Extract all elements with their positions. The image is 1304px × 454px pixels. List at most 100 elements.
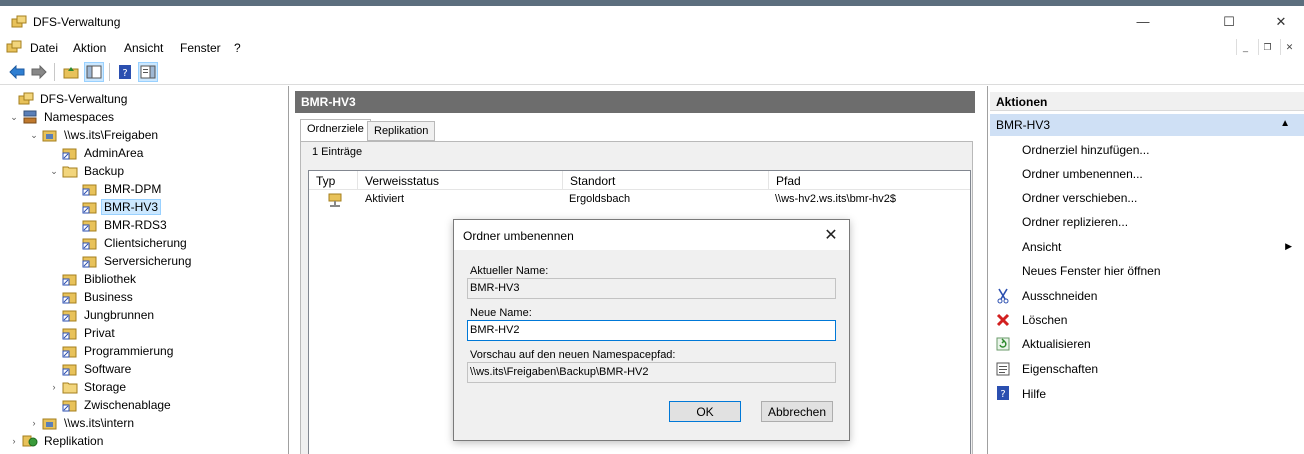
column-header-verweisstatus[interactable]: Verweisstatus: [358, 171, 563, 190]
action-ordner-umbenennen[interactable]: Ordner umbenennen...: [1022, 167, 1143, 181]
list-header: Typ Verweisstatus Standort Pfad: [309, 171, 970, 190]
tree-item-replikation[interactable]: › Replikation: [8, 432, 105, 450]
tree-item-root[interactable]: DFS-Verwaltung: [4, 90, 129, 108]
tree-item-programmierung[interactable]: Programmierung: [48, 342, 175, 360]
actions-section-bmr-hv3[interactable]: BMR-HV3 ▲: [990, 114, 1304, 136]
folder-link-icon: [62, 148, 77, 160]
tree-item-jungbrunnen[interactable]: Jungbrunnen: [48, 306, 156, 324]
folder-link-icon: [82, 220, 97, 232]
tree-item-software[interactable]: Software: [48, 360, 133, 378]
help-icon: ?: [994, 384, 1012, 402]
folder-target-icon: [328, 193, 342, 207]
close-button[interactable]: ✕: [1258, 6, 1304, 37]
action-ansicht[interactable]: Ansicht: [1022, 240, 1061, 254]
dialog-close-icon[interactable]: ✕: [821, 225, 841, 245]
cancel-button[interactable]: Abbrechen: [761, 401, 833, 422]
tree-label: Clientsicherung: [104, 236, 187, 250]
actions-pane: Aktionen BMR-HV3 ▲ Ordnerziel hinzufügen…: [987, 86, 1304, 454]
new-name-input[interactable]: BMR-HV2: [467, 320, 836, 341]
delete-x-icon: [994, 311, 1012, 329]
mdi-restore-button[interactable]: ❐: [1258, 39, 1276, 55]
tree-item-backup[interactable]: ⌄ Backup: [48, 162, 126, 180]
current-name-field: BMR-HV3: [467, 278, 836, 299]
folder-link-icon: [62, 328, 77, 340]
dfs-menu-icon[interactable]: [6, 40, 22, 54]
svg-text:?: ?: [1000, 389, 1005, 400]
tree-label: Storage: [84, 380, 127, 394]
column-header-standort[interactable]: Standort: [563, 171, 769, 190]
menu-aktion[interactable]: Aktion: [73, 41, 106, 55]
help-book-icon[interactable]: ?: [116, 63, 134, 81]
tree-item-bmr-dpm[interactable]: BMR-DPM: [68, 180, 163, 198]
tree-item-storage[interactable]: › Storage: [48, 378, 128, 396]
current-name-label: Aktueller Name:: [470, 265, 549, 277]
menu-fenster[interactable]: Fenster: [180, 41, 221, 55]
dfs-icon: [18, 92, 34, 105]
action-neues-fenster[interactable]: Neues Fenster hier öffnen: [1022, 264, 1161, 278]
collapse-chevron-icon[interactable]: ⌄: [28, 130, 40, 141]
folder-link-icon: [62, 400, 77, 412]
menu-datei[interactable]: Datei: [30, 41, 58, 55]
column-header-pfad[interactable]: Pfad: [769, 171, 970, 190]
preview-path-field: \\ws.its\Freigaben\Backup\BMR-HV2: [467, 362, 836, 383]
up-folder-icon[interactable]: [62, 63, 80, 81]
show-action-pane-icon[interactable]: [138, 62, 158, 82]
ok-button[interactable]: OK: [669, 401, 741, 422]
mdi-close-button[interactable]: ✕: [1280, 39, 1298, 55]
namespace-root-icon: [42, 130, 57, 142]
action-aktualisieren[interactable]: Aktualisieren: [1022, 337, 1091, 351]
tree-item-bmr-hv3[interactable]: BMR-HV3: [68, 198, 162, 216]
action-eigenschaften[interactable]: Eigenschaften: [1022, 362, 1098, 376]
tab-ordnerziele[interactable]: Ordnerziele: [300, 119, 371, 142]
collapse-caret-icon[interactable]: ▲: [1280, 118, 1290, 129]
tree-label: \\ws.its\Freigaben: [64, 128, 159, 142]
table-row[interactable]: Aktiviert Ergoldsbach \\ws-hv2.ws.its\bm…: [309, 190, 970, 210]
maximize-button[interactable]: ☐: [1206, 6, 1252, 37]
show-tree-icon[interactable]: [84, 62, 104, 82]
tree-item-adminarea[interactable]: AdminArea: [48, 144, 145, 162]
tree-item-zwischenablage[interactable]: Zwischenablage: [48, 396, 173, 414]
tree-item-bmr-rds3[interactable]: BMR-RDS3: [68, 216, 169, 234]
collapse-chevron-icon[interactable]: ⌄: [48, 166, 60, 177]
tree-label: Software: [84, 362, 132, 376]
expand-chevron-icon[interactable]: ›: [8, 436, 20, 446]
new-name-label: Neue Name:: [470, 307, 532, 319]
result-pane-title: BMR-HV3: [295, 91, 975, 113]
tree-item-serversicherung[interactable]: Serversicherung: [68, 252, 193, 270]
tree-item-clientsicherung[interactable]: Clientsicherung: [68, 234, 189, 252]
tree-item-business[interactable]: Business: [48, 288, 135, 306]
scissors-icon: [994, 287, 1012, 305]
action-ordner-replizieren[interactable]: Ordner replizieren...: [1022, 215, 1128, 229]
action-loeschen[interactable]: Löschen: [1022, 313, 1067, 327]
folder-link-icon: [62, 274, 77, 286]
menu-help[interactable]: ?: [234, 41, 241, 55]
folder-link-icon: [82, 256, 97, 268]
expand-chevron-icon[interactable]: ›: [28, 418, 40, 428]
tab-replikation[interactable]: Replikation: [367, 121, 436, 141]
tree-item-namespaces[interactable]: ⌄ Namespaces: [8, 108, 116, 126]
toolbar: ?: [0, 59, 1304, 85]
back-arrow-icon[interactable]: [8, 63, 26, 81]
expand-chevron-icon[interactable]: ›: [48, 382, 60, 392]
tree-item-intern[interactable]: › \\ws.its\intern: [28, 414, 136, 432]
forward-arrow-icon[interactable]: [30, 63, 48, 81]
action-ordner-verschieben[interactable]: Ordner verschieben...: [1022, 191, 1137, 205]
column-header-typ[interactable]: Typ: [309, 171, 358, 190]
action-ausschneiden[interactable]: Ausschneiden: [1022, 289, 1097, 303]
folder-link-icon: [82, 238, 97, 250]
collapse-chevron-icon[interactable]: ⌄: [8, 112, 20, 123]
menu-ansicht[interactable]: Ansicht: [124, 41, 163, 55]
action-ordnerziel-hinzufuegen[interactable]: Ordnerziel hinzufügen...: [1022, 143, 1149, 157]
properties-icon: [994, 360, 1012, 378]
folder-link-icon: [62, 292, 77, 304]
tree-item-freigaben[interactable]: ⌄ \\ws.its\Freigaben: [28, 126, 160, 144]
action-hilfe[interactable]: Hilfe: [1022, 387, 1046, 401]
mdi-minimize-button[interactable]: _: [1236, 39, 1254, 55]
tree-label: Namespaces: [44, 110, 115, 124]
tree-label: DFS-Verwaltung: [40, 92, 128, 106]
minimize-button[interactable]: —: [1120, 6, 1166, 37]
tree-item-bibliothek[interactable]: Bibliothek: [48, 270, 138, 288]
window-title: DFS-Verwaltung: [33, 15, 121, 29]
tree-item-privat[interactable]: Privat: [48, 324, 117, 342]
tree-label: BMR-HV3: [100, 199, 162, 215]
